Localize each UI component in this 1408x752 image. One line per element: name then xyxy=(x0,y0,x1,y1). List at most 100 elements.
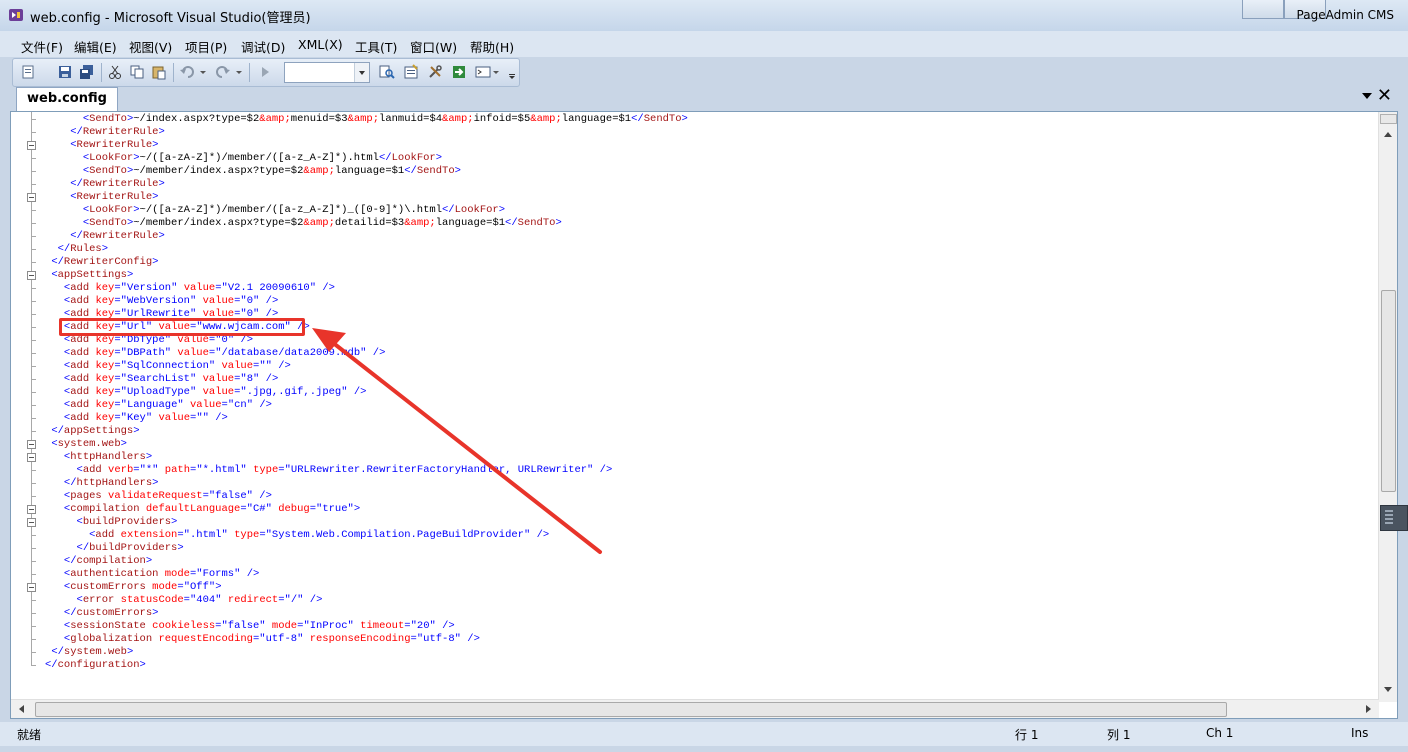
active-files-dropdown-icon[interactable] xyxy=(1362,93,1372,99)
code-line[interactable]: <SendTo>~/member/index.aspx?type=$2&amp;… xyxy=(45,165,688,178)
code-line[interactable]: <buildProviders> xyxy=(45,516,688,529)
code-line[interactable]: <add extension=".html" type="System.Web.… xyxy=(45,529,688,542)
redo-icon[interactable] xyxy=(215,64,243,80)
import-icon[interactable] xyxy=(451,64,467,80)
menu-debug[interactable]: 调试(D) xyxy=(241,37,285,56)
code-line[interactable]: </compilation> xyxy=(45,555,688,568)
code-line[interactable]: <add key="Key" value="" /> xyxy=(45,412,688,425)
cut-icon[interactable] xyxy=(107,64,123,80)
code-line[interactable]: <globalization requestEncoding="utf-8" r… xyxy=(45,633,688,646)
code-line[interactable]: <customErrors mode="Off"> xyxy=(45,581,688,594)
collapse-icon[interactable] xyxy=(27,505,36,514)
collapse-icon[interactable] xyxy=(27,453,36,462)
horizontal-scrollbar[interactable] xyxy=(11,699,1379,718)
menu-help[interactable]: 帮助(H) xyxy=(470,37,514,56)
code-line[interactable]: <httpHandlers> xyxy=(45,451,688,464)
vertical-scroll-thumb[interactable] xyxy=(1381,290,1396,492)
code-line[interactable]: </buildProviders> xyxy=(45,542,688,555)
find-in-files-icon[interactable] xyxy=(379,64,395,80)
split-handle[interactable] xyxy=(1380,114,1397,124)
code-token: "*.html" xyxy=(196,464,247,476)
code-line[interactable]: <authentication mode="Forms" /> xyxy=(45,568,688,581)
code-line[interactable]: </RewriterRule> xyxy=(45,230,688,243)
code-line[interactable]: <appSettings> xyxy=(45,269,688,282)
tab-web-config[interactable]: web.config xyxy=(16,87,118,111)
save-all-icon[interactable] xyxy=(79,64,95,80)
collapse-icon[interactable] xyxy=(27,193,36,202)
side-tool-window-tab[interactable] xyxy=(1380,505,1408,531)
collapse-icon[interactable] xyxy=(27,271,36,280)
code-lines[interactable]: <SendTo>~/index.aspx?type=$2&amp;menuid=… xyxy=(45,113,688,672)
minimize-button[interactable] xyxy=(1242,0,1284,19)
code-token: add xyxy=(70,412,90,424)
code-line[interactable]: <pages validateRequest="false" /> xyxy=(45,490,688,503)
code-line[interactable]: <SendTo>~/member/index.aspx?type=$2&amp;… xyxy=(45,217,688,230)
properties-icon[interactable] xyxy=(403,64,419,80)
code-line[interactable]: <add key="WebVersion" value="0" /> xyxy=(45,295,688,308)
menu-xml[interactable]: XML(X) xyxy=(298,37,343,52)
code-line[interactable]: <SendTo>~/index.aspx?type=$2&amp;menuid=… xyxy=(45,113,688,126)
scroll-up-icon[interactable] xyxy=(1384,132,1392,137)
code-line[interactable]: </appSettings> xyxy=(45,425,688,438)
menu-window[interactable]: 窗口(W) xyxy=(410,37,457,56)
new-project-icon[interactable] xyxy=(21,64,37,80)
code-line[interactable]: </Rules> xyxy=(45,243,688,256)
save-icon[interactable] xyxy=(57,64,73,80)
start-debugging-icon[interactable] xyxy=(257,64,273,80)
code-editor[interactable]: <SendTo>~/index.aspx?type=$2&amp;menuid=… xyxy=(10,111,1398,719)
scroll-left-icon[interactable] xyxy=(19,705,24,713)
code-token: menuid=$3 xyxy=(290,113,348,125)
chevron-down-icon[interactable] xyxy=(354,63,369,82)
command-window-icon[interactable] xyxy=(475,64,501,80)
collapse-icon[interactable] xyxy=(27,141,36,150)
horizontal-scroll-thumb[interactable] xyxy=(35,702,1227,717)
code-token: add xyxy=(70,386,90,398)
code-line[interactable]: <LookFor>~/([a-zA-Z]*)/member/([a-z_A-Z]… xyxy=(45,152,688,165)
code-line[interactable]: </RewriterConfig> xyxy=(45,256,688,269)
code-line[interactable]: <error statusCode="404" redirect="/" /> xyxy=(45,594,688,607)
code-line[interactable]: <add key="UploadType" value=".jpg,.gif,.… xyxy=(45,386,688,399)
code-line[interactable]: <add verb="*" path="*.html" type="URLRew… xyxy=(45,464,688,477)
menu-project[interactable]: 项目(P) xyxy=(185,37,227,56)
menu-file[interactable]: 文件(F) xyxy=(21,37,63,56)
code-token: "cn" xyxy=(227,399,254,411)
menu-tools[interactable]: 工具(T) xyxy=(355,37,397,56)
code-line[interactable]: </system.web> xyxy=(45,646,688,659)
code-token: > xyxy=(152,139,159,151)
code-line[interactable]: </configuration> xyxy=(45,659,688,672)
close-icon[interactable]: ✕ xyxy=(1377,86,1392,106)
code-line[interactable]: <RewriterRule> xyxy=(45,191,688,204)
code-line[interactable]: </RewriterRule> xyxy=(45,126,688,139)
code-line[interactable]: <add key="SearchList" value="8" /> xyxy=(45,373,688,386)
tools-icon[interactable] xyxy=(427,64,443,80)
code-line[interactable]: <sessionState cookieless="false" mode="I… xyxy=(45,620,688,633)
vertical-scrollbar[interactable] xyxy=(1378,112,1397,702)
collapse-icon[interactable] xyxy=(27,583,36,592)
code-line[interactable]: <add key="Language" value="cn" /> xyxy=(45,399,688,412)
code-line[interactable]: </httpHandlers> xyxy=(45,477,688,490)
code-line[interactable]: <RewriterRule> xyxy=(45,139,688,152)
visual-studio-icon[interactable] xyxy=(8,7,24,23)
code-line[interactable]: <add key="SqlConnection" value="" /> xyxy=(45,360,688,373)
toolbar-options-icon[interactable] xyxy=(507,64,517,80)
paste-icon[interactable] xyxy=(151,64,167,80)
code-line[interactable]: <add key="DBPath" value="/database/data2… xyxy=(45,347,688,360)
code-line[interactable]: <system.web> xyxy=(45,438,688,451)
collapse-icon[interactable] xyxy=(27,440,36,449)
code-line[interactable]: </RewriterRule> xyxy=(45,178,688,191)
scroll-down-icon[interactable] xyxy=(1384,687,1392,692)
code-line[interactable]: <compilation defaultLanguage="C#" debug=… xyxy=(45,503,688,516)
collapse-icon[interactable] xyxy=(27,518,36,527)
copy-icon[interactable] xyxy=(129,64,145,80)
menu-edit[interactable]: 编辑(E) xyxy=(74,37,117,56)
code-line[interactable]: </customErrors> xyxy=(45,607,688,620)
code-line[interactable]: <add key="Version" value="V2.1 20090610"… xyxy=(45,282,688,295)
menu-view[interactable]: 视图(V) xyxy=(129,37,172,56)
code-line[interactable]: <LookFor>~/([a-zA-Z]*)/member/([a-z_A-Z]… xyxy=(45,204,688,217)
code-token: </ xyxy=(51,425,64,437)
undo-icon[interactable] xyxy=(179,64,207,80)
solution-configuration-dropdown[interactable] xyxy=(284,62,370,83)
scroll-right-icon[interactable] xyxy=(1366,705,1371,713)
